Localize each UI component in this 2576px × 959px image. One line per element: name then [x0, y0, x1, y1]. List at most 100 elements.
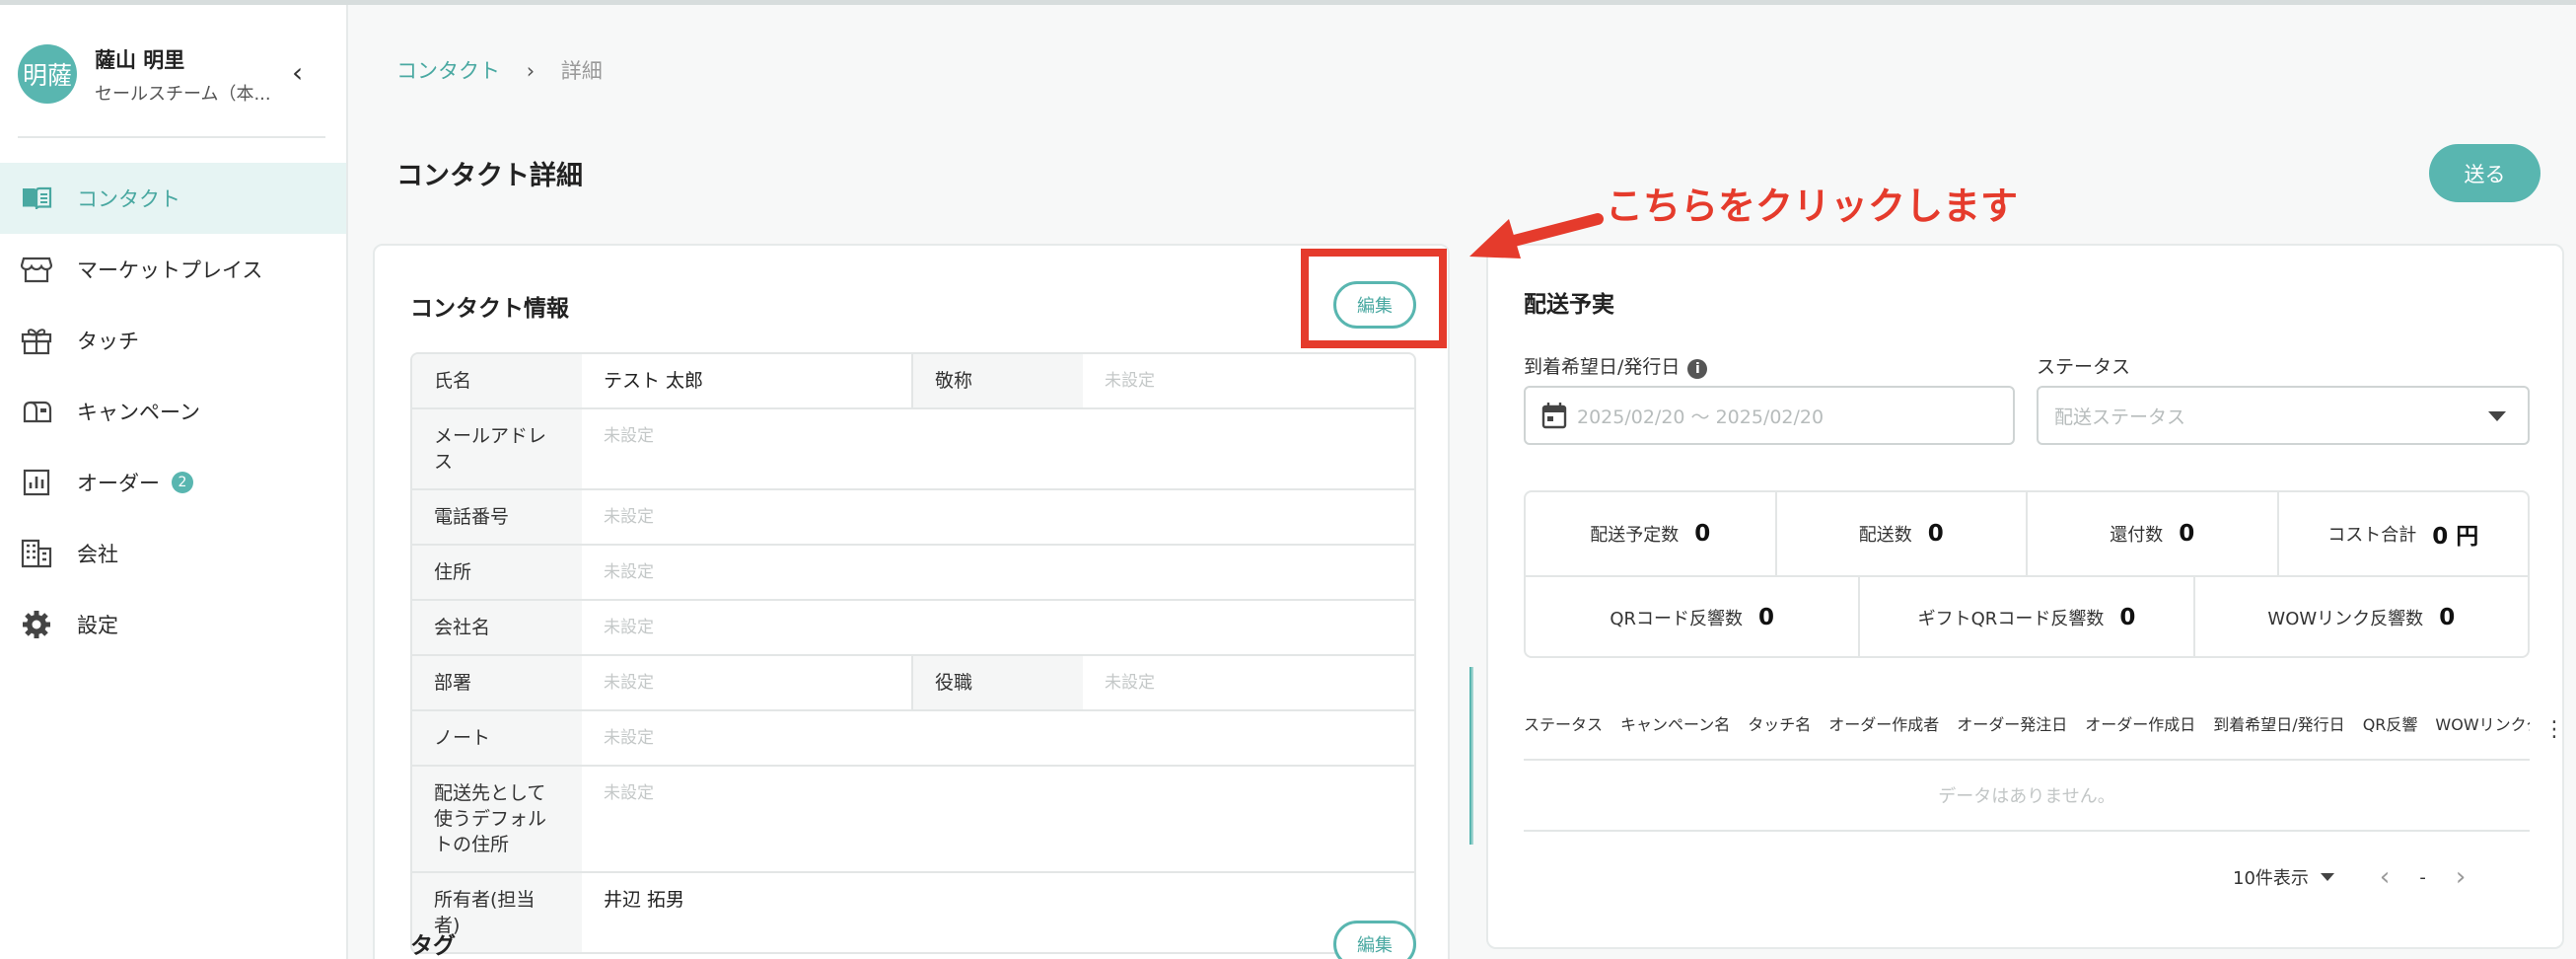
status-filter-label: ステータス	[2037, 356, 2131, 378]
stat-gift-qr-response: ギフトQRコード反響数 0	[1860, 577, 2195, 656]
contact-book-icon	[20, 182, 53, 215]
column-header[interactable]: オーダー作成者	[1828, 711, 1939, 735]
calendar-icon	[1541, 402, 1567, 429]
sidebar-item-label: 会社	[77, 543, 118, 566]
annotation-text: こちらをクリックします	[1606, 184, 2019, 228]
collapse-sidebar-chevron-icon[interactable]: ‹	[292, 56, 303, 89]
stat-delivered: 配送数 0	[1777, 492, 2028, 575]
panel-resize-handle[interactable]	[1469, 667, 1473, 845]
sidebar-item-company[interactable]: 会社	[0, 518, 346, 589]
building-icon	[20, 537, 53, 570]
status-select[interactable]: 配送ステータス	[2037, 386, 2530, 445]
sidebar-item-label: コンタクト	[77, 187, 180, 211]
send-button[interactable]: 送る	[2429, 144, 2540, 202]
column-header[interactable]: オーダー作成日	[2085, 711, 2195, 735]
table-row: ノート 未設定	[412, 711, 1414, 767]
column-menu-kebab-icon[interactable]: ⋮	[2543, 717, 2565, 742]
breadcrumb-separator: ›	[526, 59, 536, 83]
empty-table-message: データはありません。	[1524, 761, 2530, 832]
note-label: ノート	[412, 711, 582, 765]
column-header[interactable]: タッチ名	[1748, 711, 1811, 735]
table-row: 住所 未設定	[412, 546, 1414, 601]
stat-planned: 配送予定数 0	[1526, 492, 1777, 575]
owner-value: 井辺 拓男	[604, 889, 685, 911]
date-filter-label: 到着希望日/発行日 i	[1524, 352, 1708, 379]
delivery-stats: 配送予定数 0 配送数 0 還付数 0 コスト合計 0 円 QRコード反響数 0 ギフトQ…	[1524, 490, 2530, 658]
table-row: 部署 未設定 役職 未設定	[412, 656, 1414, 711]
tags-edit-button[interactable]: 編集	[1333, 921, 1416, 959]
column-header[interactable]: キャンペーン名	[1620, 711, 1730, 735]
sidebar-item-label: タッチ	[77, 330, 139, 353]
sidebar-item-marketplace[interactable]: マーケットプレイス	[0, 234, 346, 305]
email-value: 未設定	[604, 426, 654, 446]
sidebar-divider	[18, 136, 325, 138]
gift-icon	[20, 324, 53, 357]
table-row: 所有者(担当者) 井辺 拓男	[412, 873, 1414, 952]
gear-icon	[20, 608, 53, 641]
breadcrumb: コンタクト › 詳細	[396, 55, 603, 85]
table-row: 電話番号 未設定	[412, 490, 1414, 546]
user-name: 薩山 明里	[95, 48, 185, 72]
delivery-title: 配送予実	[1524, 292, 1614, 318]
default-address-value: 未設定	[604, 783, 654, 803]
position-value: 未設定	[1105, 673, 1155, 693]
note-value: 未設定	[604, 728, 654, 748]
table-row: メールアドレス 未設定	[412, 409, 1414, 490]
order-count-badge: 2	[172, 472, 193, 493]
column-header[interactable]: ステータス	[1524, 711, 1603, 735]
sidebar-item-label: オーダー	[77, 472, 160, 495]
delivery-table-header: ステータス キャンペーン名 タッチ名 オーダー作成者 オーダー発注日 オーダー作…	[1524, 688, 2530, 761]
page-size-select[interactable]: 10件表示	[2233, 864, 2334, 890]
column-header[interactable]: QR反響	[2363, 711, 2418, 735]
page-indicator: -	[2419, 866, 2426, 888]
store-icon	[20, 253, 53, 286]
annotation-arrow-icon	[1469, 213, 1604, 258]
column-header[interactable]: オーダー発注日	[1957, 711, 2067, 735]
info-icon[interactable]: i	[1687, 359, 1708, 379]
column-header[interactable]: 到着希望日/発行日	[2213, 711, 2344, 735]
stats-row: QRコード反響数 0 ギフトQRコード反響数 0 WOWリンク反響数 0	[1526, 575, 2528, 656]
sidebar-item-label: キャンペーン	[77, 401, 200, 424]
phone-value: 未設定	[604, 507, 654, 527]
sidebar-nav: コンタクト マーケットプレイス タッチ キャンペーン オーダー 2 会社 設定	[0, 163, 346, 660]
company-label: 会社名	[412, 601, 582, 654]
company-value: 未設定	[604, 618, 654, 637]
sidebar-item-settings[interactable]: 設定	[0, 589, 346, 660]
user-team: セールスチーム（本...	[95, 84, 271, 105]
table-row: 会社名 未設定	[412, 601, 1414, 656]
breadcrumb-current: 詳細	[560, 59, 603, 83]
date-range-placeholder: 2025/02/20 〜 2025/02/20	[1577, 406, 1825, 428]
mailbox-icon	[20, 395, 53, 428]
user-profile[interactable]: 明薩 薩山 明里 セールスチーム（本... ‹	[18, 40, 333, 110]
next-page-chevron-icon[interactable]: ›	[2456, 862, 2466, 892]
stats-row: 配送予定数 0 配送数 0 還付数 0 コスト合計 0 円	[1526, 492, 2528, 575]
date-range-input[interactable]: 2025/02/20 〜 2025/02/20	[1524, 386, 2015, 445]
sidebar-item-order[interactable]: オーダー 2	[0, 447, 346, 518]
address-label: 住所	[412, 546, 582, 599]
honorific-label: 敬称	[913, 354, 1083, 407]
dropdown-caret-icon	[2488, 411, 2506, 421]
contact-info-table: 氏名 テスト 太郎 敬称 未設定 メールアドレス 未設定 電話番号 未設定 住所…	[410, 352, 1416, 954]
name-label: 氏名	[412, 354, 582, 407]
avatar: 明薩	[18, 44, 77, 104]
sidebar-item-contact[interactable]: コンタクト	[0, 163, 346, 234]
column-header[interactable]: WOWリンククリック	[2435, 711, 2530, 735]
breadcrumb-contact-link[interactable]: コンタクト	[396, 59, 500, 83]
department-value: 未設定	[582, 656, 913, 709]
stat-qr-response: QRコード反響数 0	[1526, 577, 1861, 656]
sidebar-item-label: マーケットプレイス	[77, 258, 263, 282]
page-size-caret-icon	[2320, 873, 2334, 881]
address-value: 未設定	[604, 562, 654, 582]
sidebar-item-campaign[interactable]: キャンペーン	[0, 376, 346, 447]
prev-page-chevron-icon[interactable]: ‹	[2380, 862, 2390, 892]
chart-icon	[20, 466, 53, 499]
sidebar-item-touch[interactable]: タッチ	[0, 305, 346, 376]
delivery-card: 配送予実 到着希望日/発行日 i 2025/02/20 〜 2025/02/20 …	[1486, 244, 2565, 949]
name-value: テスト 太郎	[582, 354, 913, 407]
department-label: 部署	[412, 656, 582, 709]
stat-refunded: 還付数 0	[2028, 492, 2279, 575]
stat-wow-link-response: WOWリンク反響数 0	[2267, 605, 2456, 630]
contact-info-card: コンタクト情報 編集 氏名 テスト 太郎 敬称 未設定 メールアドレス 未設定 …	[373, 244, 1450, 959]
status-select-placeholder: 配送ステータス	[2054, 406, 2186, 428]
default-address-label: 配送先として使うデフォルトの住所	[412, 767, 582, 871]
